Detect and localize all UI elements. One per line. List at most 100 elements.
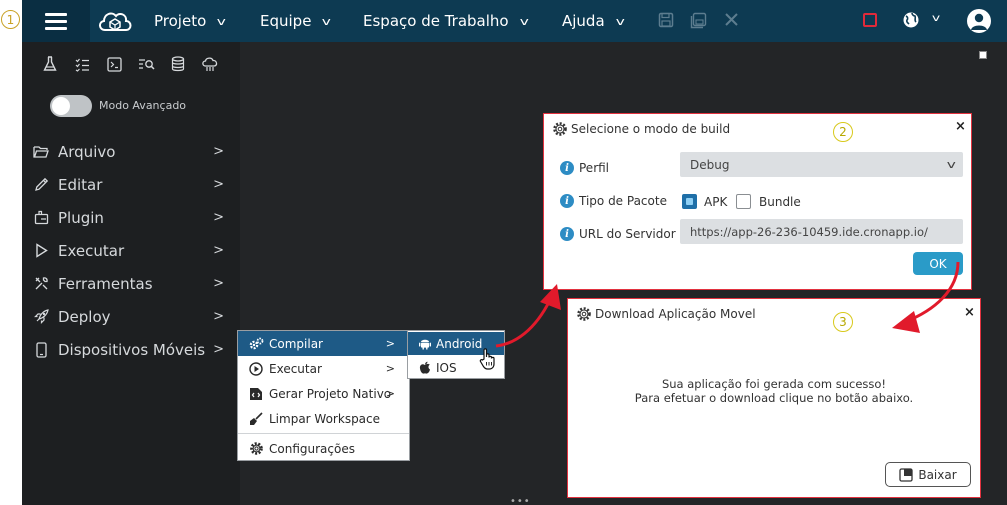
sidebar-item-deploy[interactable]: Deploy >: [22, 300, 240, 333]
download-button[interactable]: Baixar: [885, 462, 971, 487]
chevron-right-icon: >: [213, 210, 224, 225]
download-dialog: Download Aplicação Movel 3 × Sua aplicaç…: [567, 298, 981, 498]
menu-ajuda[interactable]: Ajuda v: [562, 0, 625, 42]
save-icon[interactable]: [658, 12, 674, 32]
plugin-icon: [32, 210, 50, 225]
ok-button[interactable]: OK: [913, 252, 963, 275]
menu-item-label: Gerar Projeto Nativo: [269, 386, 392, 401]
dialog-title: Selecione o modo de build: [552, 121, 730, 137]
menu-divider: [238, 433, 409, 434]
bundle-label: Bundle: [759, 195, 801, 209]
chevron-down-icon: v: [322, 14, 332, 28]
apk-label: APK: [704, 195, 728, 209]
cloud-logo-icon[interactable]: [96, 6, 134, 40]
menu-equipe[interactable]: Equipe v: [260, 0, 332, 42]
flask-icon[interactable]: [34, 54, 66, 74]
bundle-checkbox[interactable]: [736, 194, 751, 209]
submenu-item-label: Android: [436, 336, 483, 351]
menu-item-label: Compilar: [269, 336, 323, 351]
user-icon[interactable]: [967, 9, 991, 33]
sidebar-item-executar[interactable]: Executar >: [22, 234, 240, 267]
sidebar-item-editar[interactable]: Editar >: [22, 168, 240, 201]
package-type-label-text: Tipo de Pacote: [579, 194, 667, 208]
broom-icon: [247, 411, 265, 426]
menu-item-limpar-workspace[interactable]: Limpar Workspace: [238, 406, 409, 431]
dialog-title-text: Download Aplicação Movel: [595, 307, 756, 321]
info-icon[interactable]: i: [560, 194, 574, 208]
package-type-label: i Tipo de Pacote: [560, 194, 667, 208]
sidebar-item-arquivo[interactable]: Arquivo >: [22, 135, 240, 168]
sidebar-item-label: Ferramentas: [58, 274, 153, 293]
sidebar-item-label: Executar: [58, 241, 125, 260]
chevron-right-icon: >: [213, 243, 224, 258]
menu-projeto[interactable]: Projeto v: [154, 0, 227, 42]
chevron-right-icon: >: [385, 362, 395, 375]
code-icon: [247, 386, 265, 401]
menu-item-executar[interactable]: Executar >: [238, 356, 409, 381]
build-mode-dialog: Selecione o modo de build 2 × i Perfil D…: [543, 113, 972, 290]
database-icon[interactable]: [162, 54, 194, 74]
profile-select[interactable]: Debug v: [680, 152, 963, 177]
folder-icon: [32, 145, 50, 159]
resize-handle[interactable]: •••: [510, 496, 531, 505]
menu-item-compilar[interactable]: Compilar >: [238, 331, 409, 356]
screen: 1 Projeto v Equipe v Espaço de Trabalho …: [0, 0, 1007, 505]
download-instructions: Para efetuar o download clique no botão …: [634, 391, 914, 405]
play-circle-icon: [247, 361, 265, 376]
step-badge-2: 2: [833, 122, 853, 142]
play-icon: [32, 243, 50, 258]
sidebar-item-plugin[interactable]: Plugin >: [22, 201, 240, 234]
sidebar-item-ferramentas[interactable]: Ferramentas >: [22, 267, 240, 300]
step-badge-1: 1: [1, 10, 20, 29]
save-all-icon[interactable]: [690, 12, 707, 33]
chevron-right-icon: >: [213, 309, 224, 324]
close-icon[interactable]: ×: [955, 119, 966, 134]
gears-icon: [247, 337, 265, 350]
server-url-field[interactable]: https://app-26-236-10459.ide.cronapp.io/: [680, 219, 963, 244]
chevron-right-icon: >: [385, 387, 395, 400]
advanced-mode-label: Modo Avançado: [99, 99, 187, 112]
close-icon[interactable]: ×: [964, 305, 975, 320]
sidebar-item-label: Arquivo: [58, 142, 116, 161]
cloud-sync-icon[interactable]: [194, 54, 226, 74]
menu-item-configuracoes[interactable]: Configurações: [238, 436, 409, 461]
maximize-icon[interactable]: [979, 51, 987, 59]
info-icon[interactable]: i: [560, 227, 574, 241]
apk-checkbox[interactable]: [682, 194, 697, 209]
mobile-icon: [32, 341, 50, 358]
hamburger-button[interactable]: [22, 0, 90, 42]
dialog-title-text: Selecione o modo de build: [571, 122, 731, 136]
sidebar-item-dispositivos-moveis[interactable]: Dispositivos Móveis >: [22, 333, 240, 366]
advanced-mode-toggle[interactable]: [50, 95, 92, 117]
profile-select-value: Debug: [690, 157, 730, 172]
chevron-down-icon: v: [216, 14, 227, 28]
checklist-icon[interactable]: [66, 54, 98, 74]
chevron-down-icon: v: [615, 14, 625, 28]
menu-ajuda-label: Ajuda: [562, 12, 605, 30]
chevron-right-icon: >: [213, 276, 224, 291]
sidebar-item-label: Deploy: [58, 307, 111, 326]
download-box-icon: [899, 467, 913, 482]
close-icon[interactable]: [724, 12, 739, 31]
info-icon[interactable]: i: [560, 161, 574, 175]
stop-icon[interactable]: [863, 13, 877, 27]
chevron-right-icon: >: [213, 342, 224, 357]
server-url-label-text: URL do Servidor: [579, 227, 676, 241]
sidebar-item-label: Dispositivos Móveis: [58, 340, 206, 359]
sidebar: Modo Avançado Arquivo > Editar > Plugin …: [22, 42, 240, 505]
rocket-icon: [32, 309, 50, 324]
menu-item-gerar-projeto-nativo[interactable]: Gerar Projeto Nativo >: [238, 381, 409, 406]
gear-icon: [552, 121, 568, 137]
server-url-value: https://app-26-236-10459.ide.cronapp.io/: [690, 224, 928, 239]
globe-icon[interactable]: [902, 11, 920, 33]
menu-espaco-de-trabalho[interactable]: Espaço de Trabalho v: [363, 0, 528, 42]
search-list-icon[interactable]: [130, 54, 162, 74]
chevron-down-icon[interactable]: v: [932, 13, 940, 24]
sidebar-item-label: Plugin: [58, 208, 104, 227]
context-menu: Compilar > Executar > Gerar Projeto Nati…: [237, 330, 410, 461]
chevron-right-icon: >: [213, 177, 224, 192]
chevron-right-icon: >: [385, 337, 395, 350]
terminal-icon[interactable]: [98, 54, 130, 74]
dialog-title: Download Aplicação Movel: [576, 306, 756, 322]
success-message: Sua aplicação foi gerada com sucesso!: [661, 377, 887, 391]
